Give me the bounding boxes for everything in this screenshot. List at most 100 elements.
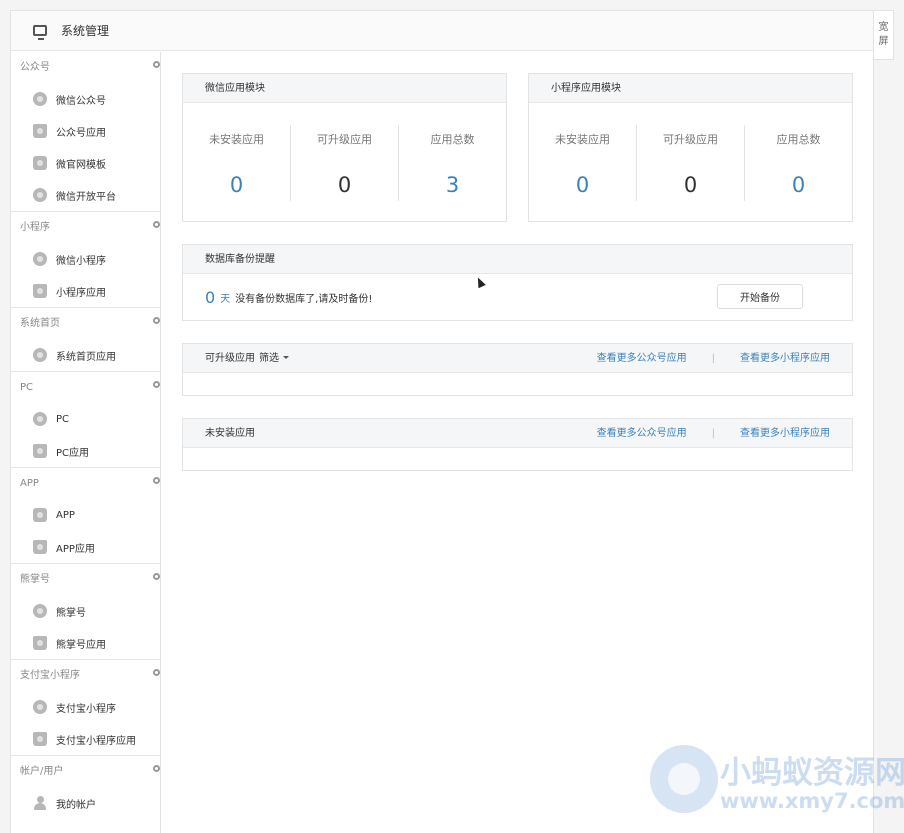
stat-uninstalled[interactable]: 未安装应用 0: [183, 125, 290, 201]
gear-icon[interactable]: [153, 669, 160, 676]
sidebar-item-home-apps[interactable]: 系统首页应用: [11, 339, 160, 371]
template-icon: [33, 156, 47, 170]
mini-program-icon: [33, 348, 47, 362]
stat-value: 0: [337, 172, 352, 197]
panel-title: 微信应用模块: [183, 74, 506, 103]
sidebar-item-label: 微官网模板: [56, 159, 106, 171]
sidebar-item-label: 熊掌号: [56, 607, 86, 619]
more-mini-apps-link[interactable]: 查看更多小程序应用: [740, 419, 830, 448]
stat-value[interactable]: 3: [399, 173, 506, 197]
more-official-apps-link[interactable]: 查看更多公众号应用: [597, 344, 687, 373]
stat-label: 应用总数: [430, 132, 475, 146]
user-icon: [33, 796, 47, 810]
sidebar-item-pc-apps[interactable]: PC应用: [11, 435, 160, 467]
sidebar: 公众号 微信公众号 公众号应用 微官网模板 微信开放平台 小程序 微信小程序 小…: [11, 52, 161, 833]
sidebar-item-label: PC: [56, 413, 70, 425]
sidebar-item-label: 微信开放平台: [56, 191, 116, 203]
stat-total[interactable]: 应用总数 3: [398, 124, 506, 201]
sidebar-group-xiongzhang: 熊掌号 熊掌号 熊掌号应用: [11, 564, 160, 660]
main-content: 微信应用模块 未安装应用 0 可升级应用 0 应用总数 3 小程序应用模块 未安…: [182, 73, 853, 471]
sidebar-item-alipay-apps[interactable]: 支付宝小程序应用: [11, 723, 160, 755]
link-separator: |: [711, 352, 715, 364]
sidebar-item-pc[interactable]: PC: [11, 403, 160, 435]
stat-uninstalled[interactable]: 未安装应用 0: [529, 125, 636, 201]
more-mini-apps-link[interactable]: 查看更多小程序应用: [740, 344, 830, 373]
sidebar-item-app-apps[interactable]: APP应用: [11, 531, 160, 563]
backup-message: 没有备份数据库了,请及时备份!: [235, 293, 373, 305]
group-title: PC: [20, 382, 34, 393]
start-backup-button[interactable]: 开始备份: [717, 284, 803, 309]
mini-module-panel: 小程序应用模块 未安装应用 0 可升级应用 0 应用总数 0: [528, 73, 853, 222]
app-bag-icon: [33, 636, 47, 650]
gear-icon[interactable]: [153, 317, 160, 324]
backup-days-unit: 天: [220, 293, 231, 305]
widescreen-toggle[interactable]: 宽 屏: [874, 10, 894, 60]
sidebar-item-my-account[interactable]: 我的帐户: [11, 787, 160, 819]
sidebar-item-site-template[interactable]: 微官网模板: [11, 147, 160, 179]
backup-days-count: 0: [205, 287, 216, 307]
stat-value[interactable]: 0: [745, 173, 852, 197]
sidebar-item-xiongzhang[interactable]: 熊掌号: [11, 595, 160, 627]
stat-value[interactable]: 0: [183, 173, 290, 197]
stat-upgradable[interactable]: 可升级应用 0: [636, 124, 744, 201]
group-title: 小程序: [20, 222, 50, 233]
watermark-cn: 小蚂蚁资源网: [720, 755, 904, 791]
gear-icon[interactable]: [153, 221, 160, 228]
page-title: 系统管理: [61, 24, 110, 38]
more-official-apps-link[interactable]: 查看更多公众号应用: [597, 419, 687, 448]
app-bag-icon: [33, 444, 47, 458]
sidebar-item-open-platform[interactable]: 微信开放平台: [11, 179, 160, 211]
monitor-icon: [33, 25, 47, 40]
sidebar-item-wechat-official[interactable]: 微信公众号: [11, 83, 160, 115]
sidebar-group-pc: PC PC PC应用: [11, 372, 160, 468]
gear-icon[interactable]: [153, 61, 160, 68]
stat-label: 可升级应用: [317, 132, 372, 146]
gear-icon[interactable]: [153, 765, 160, 772]
panel-title: 数据库备份提醒: [183, 245, 852, 274]
sidebar-item-label: 小程序应用: [56, 287, 106, 299]
sidebar-group-official: 公众号 微信公众号 公众号应用 微官网模板 微信开放平台: [11, 52, 160, 212]
sidebar-item-xiongzhang-apps[interactable]: 熊掌号应用: [11, 627, 160, 659]
stat-value[interactable]: 0: [529, 173, 636, 197]
sidebar-item-label: PC应用: [56, 447, 90, 459]
app-bag-icon: [33, 284, 47, 298]
gear-icon[interactable]: [153, 573, 160, 580]
gear-icon[interactable]: [153, 477, 160, 484]
wechat-icon: [33, 92, 47, 106]
stat-total[interactable]: 应用总数 0: [744, 124, 852, 201]
stat-upgradable[interactable]: 可升级应用 0: [290, 124, 398, 201]
alipay-icon: [33, 700, 47, 714]
group-title: 支付宝小程序: [20, 670, 80, 681]
sidebar-item-label: 支付宝小程序: [56, 703, 116, 715]
sidebar-item-mini-apps[interactable]: 小程序应用: [11, 275, 160, 307]
paw-icon: [33, 604, 47, 618]
sidebar-item-label: 系统首页应用: [56, 351, 116, 363]
caret-down-icon: [283, 356, 289, 359]
sidebar-item-label: APP: [56, 509, 75, 521]
sidebar-group-mini: 小程序 微信小程序 小程序应用: [11, 212, 160, 308]
sidebar-item-wechat-mini[interactable]: 微信小程序: [11, 243, 160, 275]
group-title: 系统首页: [20, 318, 60, 329]
stat-label: 可升级应用: [663, 132, 718, 146]
watermark: 小蚂蚁资源网 www.xmy7.com: [650, 745, 904, 825]
sidebar-item-official-apps[interactable]: 公众号应用: [11, 115, 160, 147]
filter-dropdown[interactable]: 筛选: [259, 344, 289, 373]
sidebar-item-label: APP应用: [56, 543, 95, 555]
sidebar-item-label: 微信公众号: [56, 95, 106, 107]
gear-icon[interactable]: [153, 381, 160, 388]
wechat-module-panel: 微信应用模块 未安装应用 0 可升级应用 0 应用总数 3: [182, 73, 507, 222]
sidebar-item-label: 公众号应用: [56, 127, 106, 139]
sidebar-item-app[interactable]: APP: [11, 499, 160, 531]
panel-title: 可升级应用: [205, 352, 255, 364]
panel-title: 未安装应用: [205, 427, 255, 439]
link-separator: |: [711, 427, 715, 439]
uninstalled-apps-panel: 未安装应用 查看更多公众号应用 | 查看更多小程序应用: [182, 418, 853, 471]
top-bar: 系统管理: [11, 11, 873, 51]
filter-label: 筛选: [259, 352, 279, 364]
watermark-en: www.xmy7.com: [720, 789, 904, 813]
group-title: APP: [20, 478, 39, 489]
widescreen-label-2: 屏: [878, 36, 889, 47]
sidebar-item-label: 支付宝小程序应用: [56, 735, 136, 747]
sidebar-item-label: 熊掌号应用: [56, 639, 106, 651]
sidebar-item-alipay-mini[interactable]: 支付宝小程序: [11, 691, 160, 723]
